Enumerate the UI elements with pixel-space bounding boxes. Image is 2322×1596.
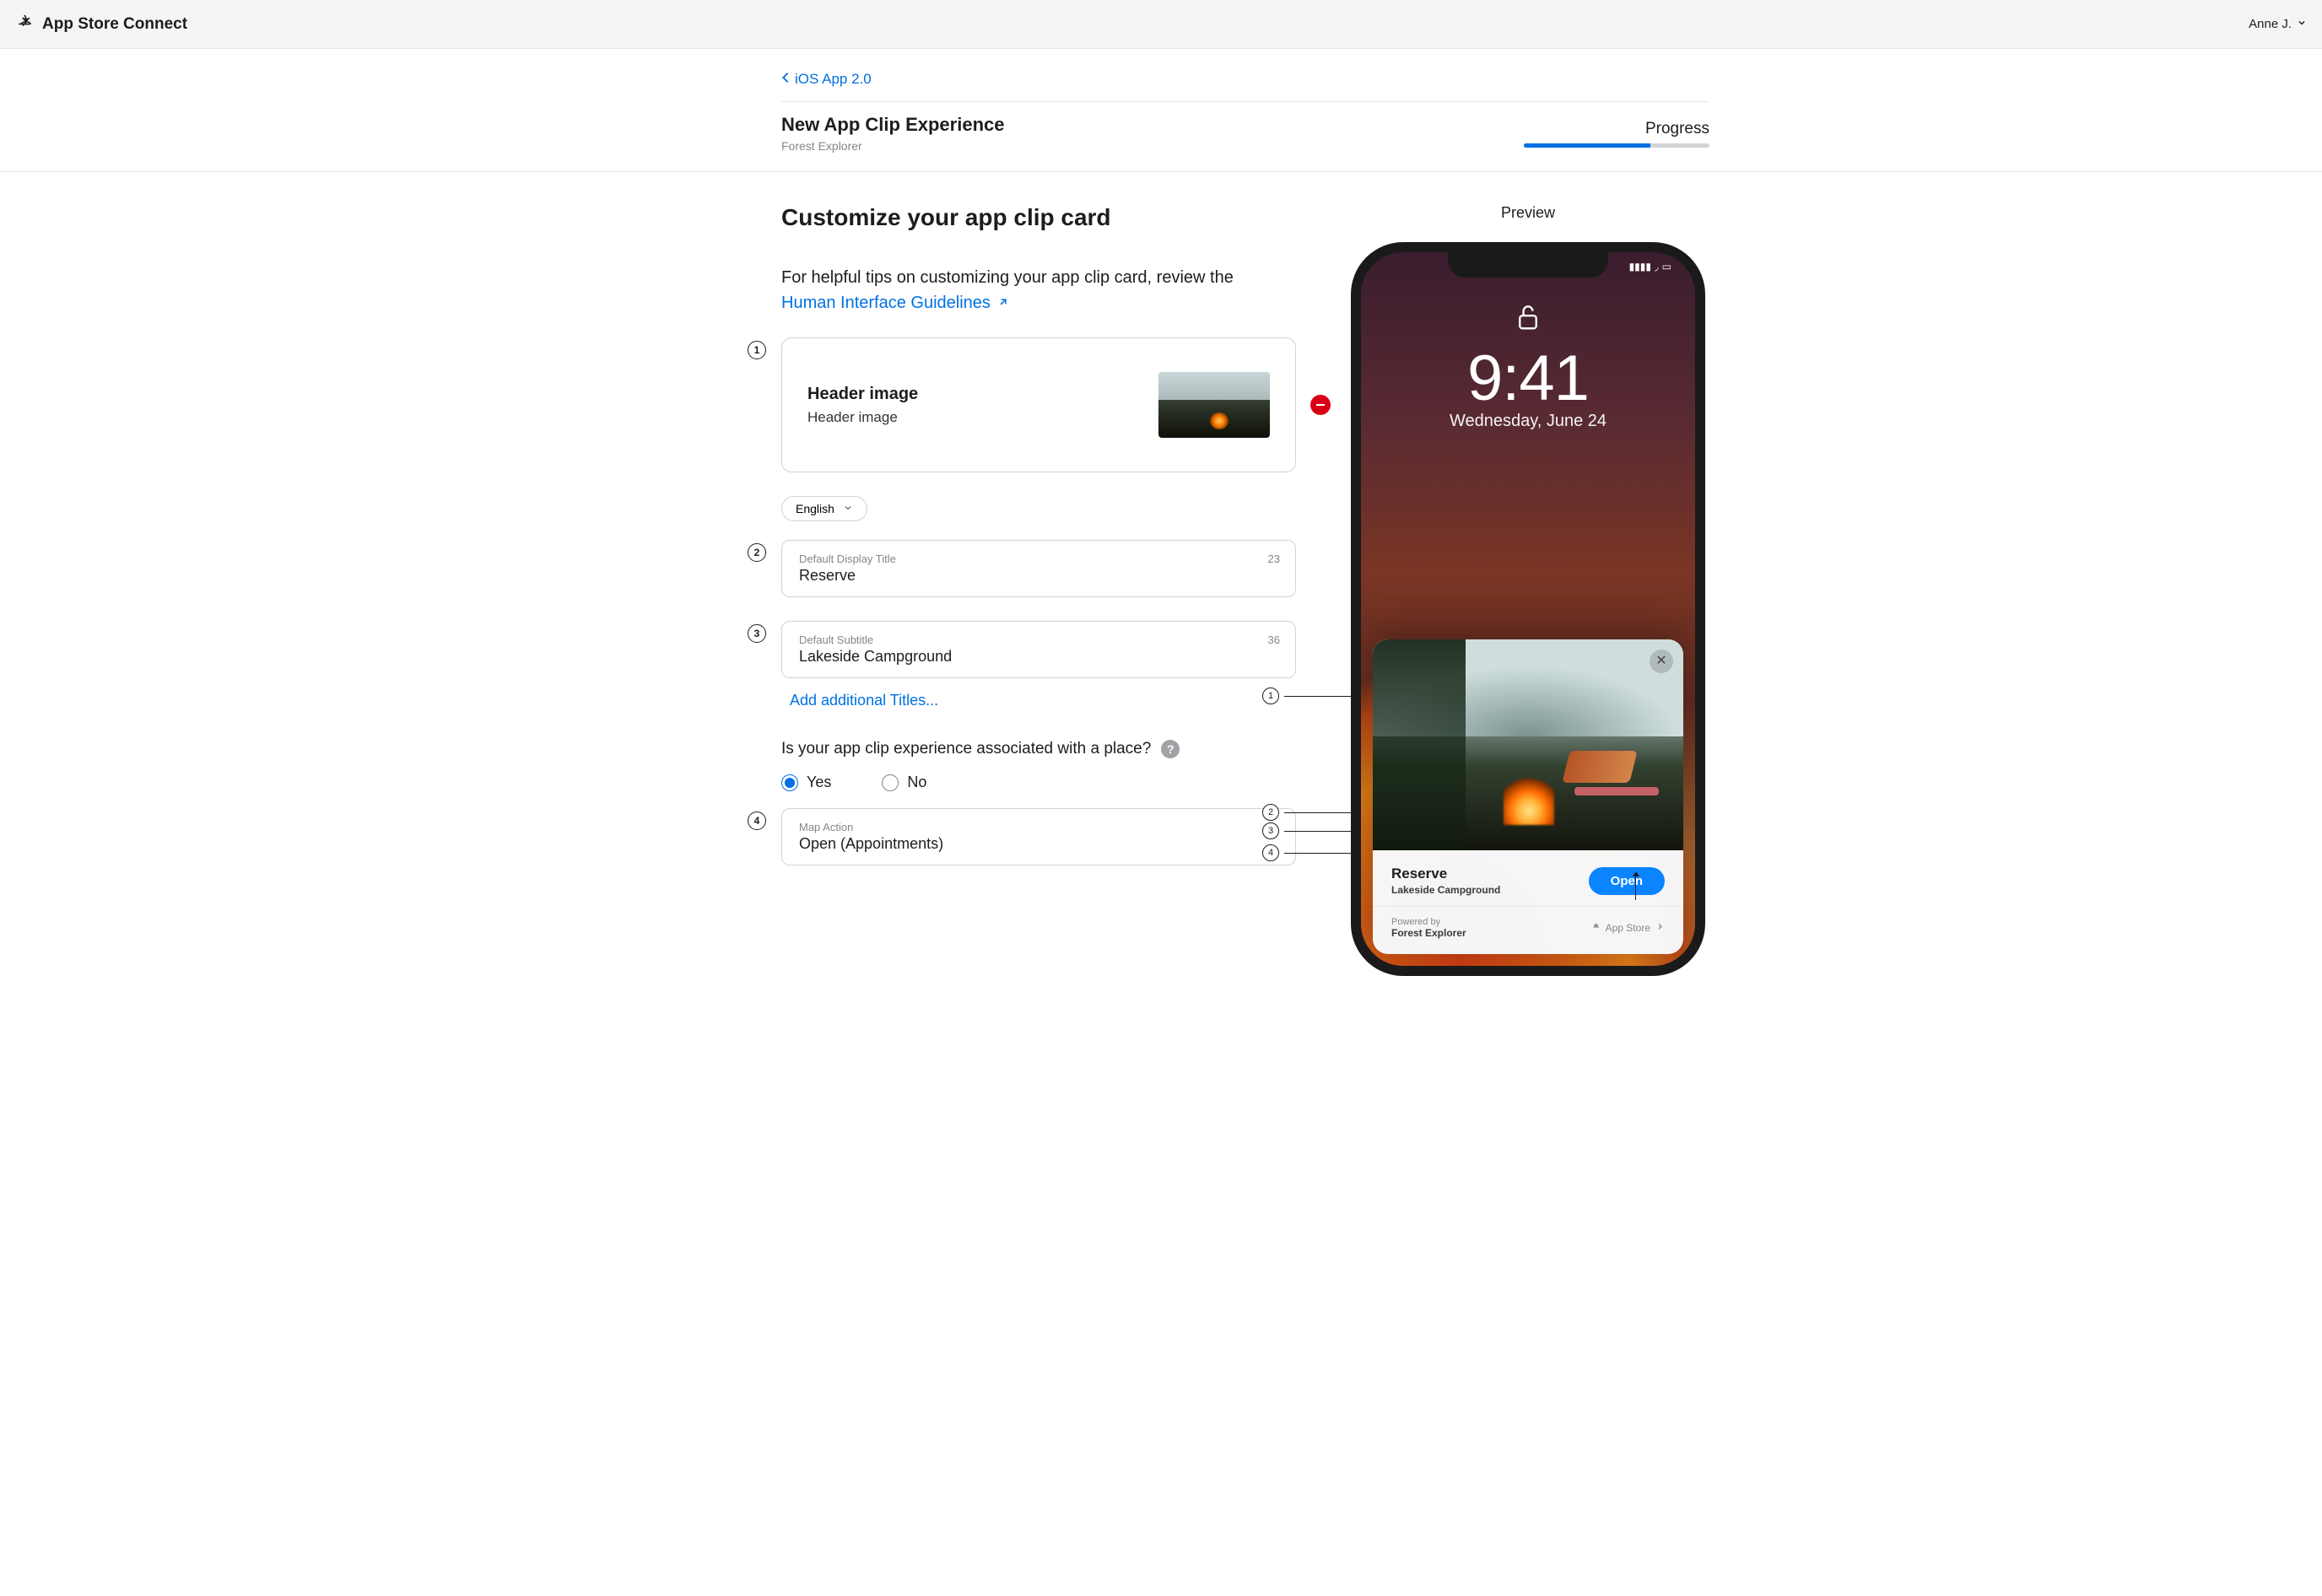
add-additional-titles-link[interactable]: Add additional Titles...	[790, 692, 1296, 709]
step-badge-2: 2	[748, 543, 766, 562]
breadcrumb-back-link[interactable]: iOS App 2.0	[781, 71, 872, 88]
header-image-title: Header image	[807, 385, 918, 404]
section-heading: Customize your app clip card	[781, 204, 1296, 231]
appstore-icon	[1591, 922, 1601, 934]
phone-preview: ▮▮▮▮ ◞ ▭ 9:41 Wednesday, June 24	[1351, 242, 1705, 976]
clip-appstore-link[interactable]: App Store	[1591, 922, 1665, 934]
map-action-select[interactable]: Map Action Open (Appointments)	[781, 808, 1296, 865]
wifi-icon: ◞	[1655, 261, 1659, 272]
clip-powered-label: Powered by	[1391, 917, 1585, 927]
subtitle-char-remaining: 36	[1268, 634, 1280, 646]
close-icon: ✕	[1655, 655, 1666, 668]
clip-hero-image: ✕	[1373, 639, 1683, 850]
lock-icon	[1517, 303, 1539, 333]
subtitle-field[interactable]: Default Subtitle Lakeside Campground 36	[781, 621, 1296, 678]
display-title-value: Reserve	[799, 567, 1278, 585]
phone-notch	[1448, 252, 1608, 278]
breadcrumb-back-label: iOS App 2.0	[795, 71, 872, 88]
breadcrumb: iOS App 2.0	[781, 49, 1709, 91]
clip-powered-app: Forest Explorer	[1391, 927, 1585, 939]
chevron-down-icon	[843, 502, 853, 515]
brand-icon	[15, 13, 34, 36]
page-subtitle: Forest Explorer	[781, 139, 1004, 153]
brand: App Store Connect	[15, 13, 187, 36]
brand-label: App Store Connect	[42, 15, 187, 34]
battery-icon: ▭	[1662, 261, 1671, 272]
step-badge-4: 4	[748, 811, 766, 830]
topbar: App Store Connect Anne J.	[0, 0, 2322, 49]
page-title: New App Clip Experience	[781, 114, 1004, 136]
progress-fill	[1524, 143, 1650, 148]
clip-subtitle: Lakeside Campground	[1391, 884, 1579, 896]
header-image-card[interactable]: Header image Header image	[781, 337, 1296, 472]
hig-link[interactable]: Human Interface Guidelines	[781, 290, 1009, 315]
user-name: Anne J.	[2249, 17, 2292, 31]
lock-date: Wednesday, June 24	[1361, 412, 1695, 431]
help-icon[interactable]: ?	[1161, 740, 1180, 758]
radio-dot-icon	[781, 774, 798, 791]
place-question: Is your app clip experience associated w…	[781, 740, 1296, 758]
header-image-subtitle: Header image	[807, 409, 918, 426]
display-title-field[interactable]: Default Display Title Reserve 23	[781, 540, 1296, 597]
header-image-thumb	[1158, 372, 1270, 438]
callout-arrow-up	[1635, 876, 1636, 900]
radio-dot-icon	[882, 774, 899, 791]
clip-close-button[interactable]: ✕	[1650, 650, 1673, 673]
map-action-value: Open (Appointments)	[799, 835, 943, 853]
intro-text: For helpful tips on customizing your app…	[781, 265, 1296, 315]
minus-icon	[1316, 404, 1325, 406]
clip-open-button[interactable]: Open	[1589, 867, 1665, 895]
user-menu[interactable]: Anne J.	[2249, 17, 2307, 31]
external-link-icon	[997, 290, 1009, 315]
subtitle-value: Lakeside Campground	[799, 648, 1278, 666]
step-badge-1: 1	[748, 341, 766, 359]
lock-screen: 9:41 Wednesday, June 24	[1361, 303, 1695, 431]
preview-heading: Preview	[1347, 204, 1709, 222]
title-char-remaining: 23	[1268, 553, 1280, 565]
clip-title: Reserve	[1391, 865, 1579, 882]
step-badge-3: 3	[748, 624, 766, 643]
language-select[interactable]: English	[781, 496, 867, 521]
app-clip-card: ✕ Reserve Lakeside Campground Open	[1373, 639, 1683, 954]
chevron-down-icon	[1263, 828, 1278, 846]
progress-label: Progress	[1524, 120, 1709, 138]
remove-header-image-button[interactable]	[1310, 395, 1331, 415]
chevron-left-icon	[781, 71, 790, 88]
chevron-right-icon	[1655, 922, 1665, 934]
page-titlebar: New App Clip Experience Forest Explorer …	[781, 101, 1709, 171]
lock-time: 9:41	[1361, 342, 1695, 415]
place-radio-no[interactable]: No	[882, 774, 926, 791]
chevron-down-icon	[2297, 17, 2307, 31]
signal-icon: ▮▮▮▮	[1629, 261, 1651, 272]
place-radio-yes[interactable]: Yes	[781, 774, 831, 791]
progress-bar	[1524, 143, 1709, 148]
